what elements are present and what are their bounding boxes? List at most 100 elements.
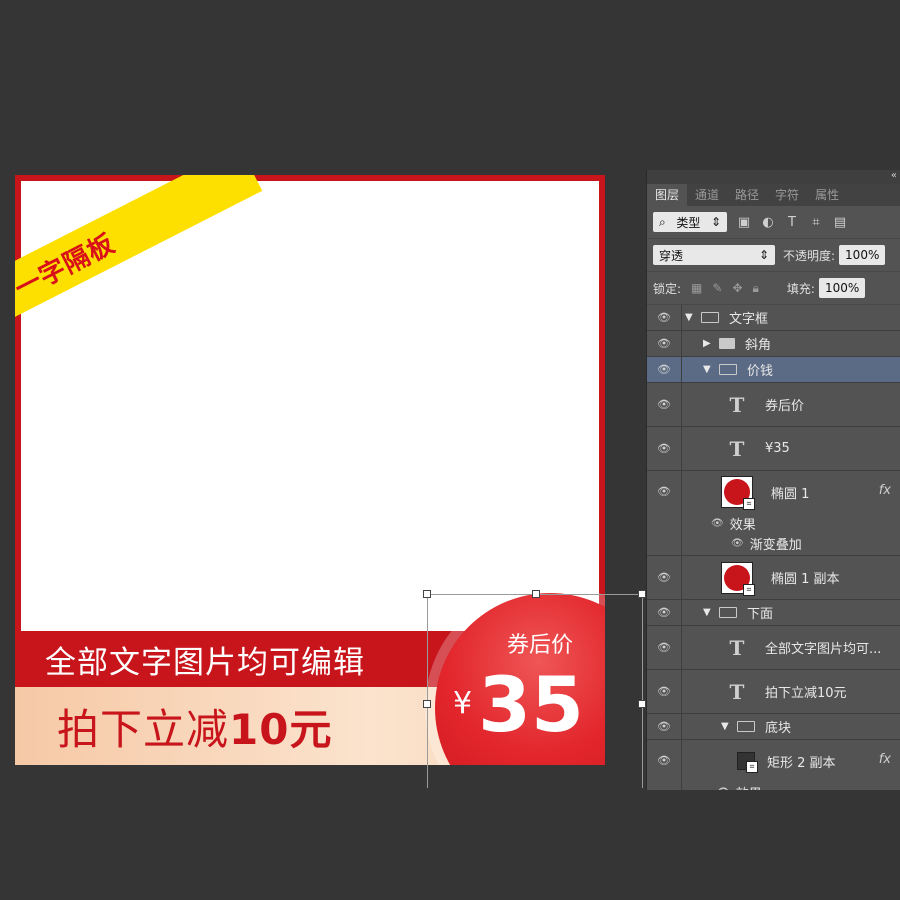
eye-column [647, 600, 682, 625]
layer-name: 全部文字图片均可... [765, 642, 882, 657]
layer-row[interactable]: 👁︎ ⌗ 矩形 2 副本 👁︎ 效果 fx [647, 740, 900, 790]
tab-paths[interactable]: 路径 [727, 183, 767, 206]
eye-column [647, 427, 682, 470]
collapse-icon[interactable]: « [891, 170, 897, 181]
layer-name: ¥35 [765, 441, 790, 456]
eye-column [647, 714, 682, 739]
ellipse-thumbnail: ⌗ [721, 561, 755, 596]
smart-object-filter-icon[interactable]: ▤ [833, 215, 847, 230]
layer-row[interactable]: 👁︎ T ¥35 [647, 427, 900, 471]
layer-name: 券后价 [765, 399, 805, 414]
layer-row[interactable]: 👁︎ ▼ 文字框 [647, 305, 900, 331]
eye-column [647, 556, 682, 599]
folder-icon [737, 721, 755, 732]
layer-name: 椭圆 1 副本 [771, 572, 840, 587]
eye-column [647, 670, 682, 713]
transform-handle[interactable] [638, 590, 646, 598]
transform-handle[interactable] [423, 700, 431, 708]
blend-row: 穿透 ⇕ 不透明度: 100% [647, 239, 900, 272]
artwork-canvas[interactable]: 一字隔板 全部文字图片均可编辑 拍下立减10元 券后价 ¥ 35 [15, 175, 605, 765]
shape-filter-icon[interactable]: ⌗ [809, 215, 823, 230]
lock-transparent-icon[interactable]: ▦ [691, 281, 702, 295]
expand-triangle-icon[interactable]: ▼ [703, 607, 715, 618]
folder-icon [719, 364, 737, 375]
layer-row[interactable]: 👁︎ ⌗ 椭圆 1 副本 [647, 556, 900, 600]
transform-handle[interactable] [423, 590, 431, 598]
expand-triangle-icon[interactable]: ▼ [721, 721, 733, 732]
panel-header: « [647, 170, 900, 184]
collapsed-triangle-icon[interactable]: ▶ [703, 338, 715, 349]
adjustment-filter-icon[interactable]: ◐ [761, 215, 775, 230]
panel-tabs: 图层 通道 路径 字符 属性 [647, 183, 900, 206]
tab-character[interactable]: 字符 [767, 183, 807, 206]
layer-name: 斜角 [745, 338, 772, 353]
layer-row[interactable]: 👁︎ ⌗ 椭圆 1 👁︎ 效果 👁︎ 渐变叠加 fx [647, 471, 900, 556]
tab-layers[interactable]: 图层 [647, 183, 688, 206]
folder-icon [719, 338, 735, 349]
fill-input[interactable]: 100% [818, 278, 865, 298]
layer-row[interactable]: 👁︎ T 全部文字图片均可... [647, 626, 900, 670]
layer-row[interactable]: 👁︎ ▶ 斜角 [647, 331, 900, 357]
tab-properties[interactable]: 属性 [807, 183, 847, 206]
ellipse-thumbnail: ⌗ [721, 476, 755, 510]
text-layer-icon: T [729, 392, 745, 417]
filter-row: ⌕ 类型 ⇕ ▣ ◐ T ⌗ ▤ [647, 206, 900, 239]
layer-row-selected[interactable]: 👁︎ ▼ 价钱 [647, 357, 900, 383]
fx-icon[interactable]: fx [879, 483, 891, 498]
chevron-updown-icon: ⇕ [710, 215, 721, 229]
price-row: ¥ 35 [453, 667, 584, 743]
lock-row: 锁定: ▦ ✎ ✥ 🔒︎ 填充: 100% [647, 272, 900, 305]
layers-panel: « 图层 通道 路径 字符 属性 ⌕ 类型 ⇕ ▣ ◐ T ⌗ ▤ 穿透 ⇕ 不… [646, 170, 900, 790]
layer-name: 文字框 [729, 312, 769, 327]
opacity-label: 不透明度: [783, 248, 836, 263]
blend-mode-value: 穿透 [659, 248, 684, 263]
folder-icon [701, 312, 719, 323]
selection-left-edge [427, 594, 428, 788]
transform-handle[interactable] [638, 700, 646, 708]
layer-name: 价钱 [747, 364, 774, 379]
expand-triangle-icon[interactable]: ▼ [703, 364, 715, 375]
tab-channels[interactable]: 通道 [687, 183, 727, 206]
eye-column [647, 626, 682, 669]
layer-row[interactable]: 👁︎ ▼ 底块 [647, 714, 900, 740]
image-filter-icon[interactable]: ▣ [737, 215, 751, 230]
discount-amount: 10元 [229, 704, 333, 754]
text-layer-icon: T [729, 436, 745, 461]
fx-icon[interactable]: fx [879, 752, 891, 767]
layer-name: 下面 [747, 607, 774, 622]
blend-mode-select[interactable]: 穿透 ⇕ [653, 245, 775, 265]
eye-column [647, 357, 682, 382]
coupon-label: 券后价 [507, 633, 574, 658]
lock-all-icon[interactable]: 🔒︎ [753, 281, 759, 296]
layer-name: 椭圆 1 [771, 486, 810, 502]
lock-label: 锁定: [653, 281, 682, 296]
effect-eye-icon[interactable]: 👁︎ [731, 538, 744, 549]
transform-handle[interactable] [532, 590, 540, 598]
layer-name: 拍下立减10元 [765, 686, 847, 701]
eye-column [647, 383, 682, 426]
layer-row[interactable]: 👁︎ T 拍下立减10元 [647, 670, 900, 714]
opacity-input[interactable]: 100% [839, 245, 886, 265]
text-filter-icon[interactable]: T [785, 215, 799, 230]
eye-column [647, 331, 682, 356]
layer-row[interactable]: 👁︎ T 券后价 [647, 383, 900, 427]
layer-name: 矩形 2 副本 [767, 755, 836, 771]
discount-text: 拍下立减10元 [57, 696, 332, 757]
layer-name: 底块 [765, 721, 792, 736]
selection-right-edge [642, 594, 643, 788]
discount-prefix: 拍下立减 [57, 704, 230, 754]
currency-symbol: ¥ [453, 686, 473, 721]
effect-eye-icon[interactable]: 👁︎ [711, 518, 724, 529]
effects-label: 效果 [729, 517, 756, 533]
eye-column [647, 740, 682, 790]
lock-pixels-icon[interactable]: ✎ [712, 281, 722, 295]
eye-column [647, 305, 682, 330]
layer-row[interactable]: 👁︎ ▼ 下面 [647, 600, 900, 626]
filter-kind-value: 类型 [676, 215, 701, 230]
effect-eye-icon[interactable]: 👁︎ [717, 787, 730, 791]
expand-triangle-icon[interactable]: ▼ [685, 312, 697, 323]
text-layer-icon: T [729, 635, 745, 660]
filter-kind-select[interactable]: ⌕ 类型 ⇕ [653, 212, 727, 232]
gradient-overlay-effect[interactable]: 渐变叠加 [750, 534, 802, 553]
lock-position-icon[interactable]: ✥ [732, 281, 742, 295]
